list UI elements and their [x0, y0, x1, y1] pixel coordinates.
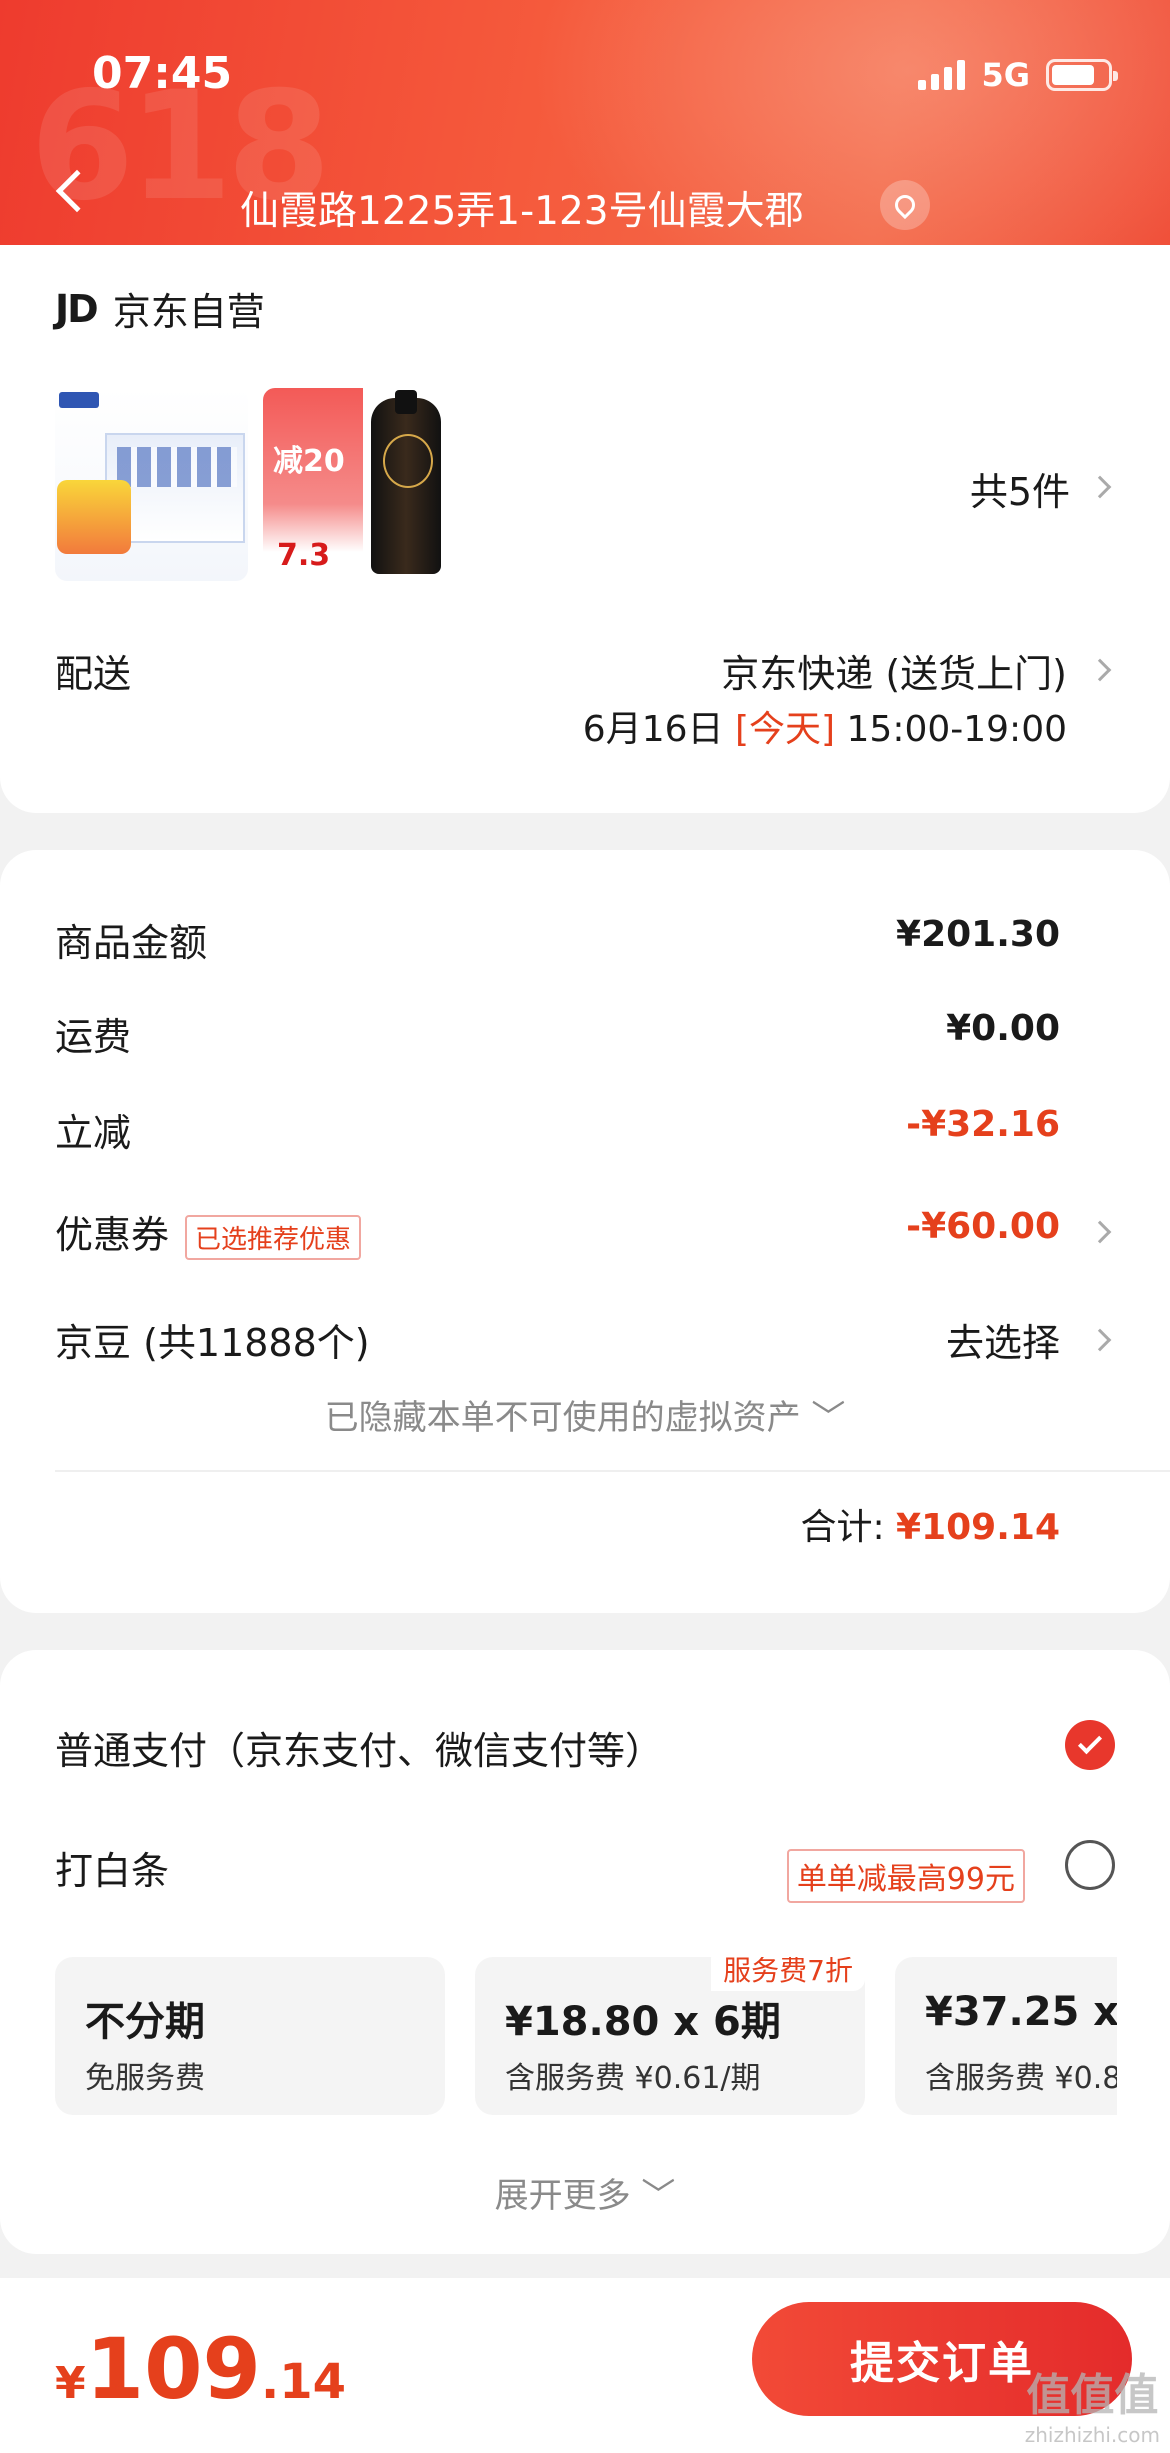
delivery-method[interactable]: 京东快递 (送货上门): [721, 643, 1067, 698]
total-label: 合计:: [800, 1507, 885, 1548]
plan-title: ¥37.25 x 3: [925, 1989, 1117, 2035]
unchecked-radio-icon[interactable]: [1065, 1840, 1115, 1890]
plan-subtitle: 免服务费: [85, 2061, 205, 2096]
status-time: 07:45: [92, 48, 233, 99]
status-icons: 5G: [918, 56, 1118, 94]
currency-symbol: ¥: [55, 2358, 86, 2409]
price-summary-card: 商品金额 ¥201.30 运费 ¥0.00 立减 -¥32.16 优惠券 已选推荐…: [0, 850, 1170, 1613]
installment-plans: 不分期 免服务费 服务费7折 ¥18.80 x 6期 含服务费 ¥0.61/期 …: [55, 1957, 1117, 2115]
instant-discount-value: -¥32.16: [906, 1104, 1060, 1145]
hidden-assets-toggle[interactable]: 已隐藏本单不可使用的虚拟资产 ﹀: [0, 1390, 1170, 1439]
coupon-row[interactable]: 优惠券 已选推荐优惠: [55, 1204, 362, 1260]
coupon-label: 优惠券: [55, 1213, 170, 1257]
coupon-value[interactable]: -¥60.00: [906, 1206, 1060, 1247]
brand-logo: [59, 392, 99, 408]
plan-subtitle: 含服务费 ¥0.61/期: [505, 2061, 761, 2096]
baitiao-option[interactable]: 打白条: [55, 1840, 169, 1895]
coupon-badge: 已选推荐优惠: [185, 1215, 362, 1260]
shop-header: JD 京东自营: [55, 281, 265, 336]
installment-plan[interactable]: 服务费7折 ¥18.80 x 6期 含服务费 ¥0.61/期: [475, 1957, 865, 2115]
total-value: ¥109.14: [896, 1507, 1060, 1548]
price-tag-image: [57, 480, 131, 554]
shipping-value: ¥0.00: [946, 1008, 1060, 1049]
bottom-bar: ¥109.14 提交订单 值值值 zhizhizhi.com: [0, 2278, 1170, 2453]
shipping-label: 运费: [55, 1015, 132, 1059]
shop-name: 京东自营: [112, 290, 265, 334]
plan-title: 不分期: [85, 1999, 205, 2045]
plan-subtitle: 含服务费 ¥0.87: [925, 2061, 1117, 2096]
normal-payment-option[interactable]: 普通支付（京东支付、微信支付等）: [55, 1720, 663, 1775]
checked-radio-icon[interactable]: [1065, 1720, 1115, 1770]
delivery-today-tag: [今天]: [734, 709, 836, 750]
price-decimal: .14: [260, 2354, 346, 2410]
delivery-window: 15:00-19:00: [846, 709, 1067, 750]
chevron-right-icon[interactable]: [1088, 658, 1112, 682]
jd-beans-select[interactable]: 去选择: [946, 1312, 1060, 1367]
plan-discount-badge: 服务费7折: [711, 1957, 865, 1991]
order-total: 合计: ¥109.14: [800, 1498, 1060, 1550]
bottom-price: ¥109.14: [55, 2320, 346, 2418]
site-watermark: 值值值 zhizhizhi.com: [1025, 2359, 1160, 2447]
header-bar: 618 07:45 5G 仙霞路1225弄1-123号仙霞大郡: [0, 0, 1170, 272]
chevron-right-icon[interactable]: [1088, 1328, 1112, 1352]
baitiao-promo-badge: 单单减最高99元: [786, 1849, 1025, 1903]
network-type: 5G: [981, 56, 1030, 94]
location-pin-icon[interactable]: [880, 180, 930, 230]
jd-beans-label: 京豆 (共11888个): [55, 1321, 370, 1365]
order-items-card: JD 京东自营 减20 7.3 共5件 配送 京东快递 (送货上门) 6月16日 …: [0, 245, 1170, 813]
product-thumbnail-soy-sauce[interactable]: 减20 7.3: [263, 388, 456, 581]
battery-icon: [1046, 59, 1118, 91]
chevron-right-icon[interactable]: [1088, 1220, 1112, 1244]
payment-card: 普通支付（京东支付、微信支付等） 打白条 单单减最高99元 不分期 免服务费 服…: [0, 1650, 1170, 2254]
jd-logo: JD: [55, 286, 99, 331]
price-integer: 109: [85, 2320, 261, 2418]
watermark-url: zhizhizhi.com: [1024, 2423, 1160, 2447]
delivery-address[interactable]: 仙霞路1225弄1-123号仙霞大郡: [240, 180, 804, 236]
installment-plan[interactable]: 不分期 免服务费: [55, 1957, 445, 2115]
signal-icon: [918, 60, 966, 90]
expand-more-toggle[interactable]: 展开更多 ﹀: [0, 2168, 1170, 2217]
product-thumbnail-milk[interactable]: [55, 388, 248, 581]
goods-amount-value: ¥201.30: [896, 914, 1060, 955]
item-count[interactable]: 共5件: [970, 461, 1070, 516]
bottle-image: [371, 390, 441, 574]
delivery-time[interactable]: 6月16日 [今天] 15:00-19:00: [583, 700, 1067, 752]
chevron-right-icon[interactable]: [1088, 475, 1112, 499]
delivery-date: 6月16日: [582, 709, 724, 750]
promo-banner-image: 减20 7.3: [263, 388, 363, 581]
instant-discount-label: 立减: [55, 1111, 132, 1155]
goods-amount-label: 商品金额: [55, 921, 208, 965]
delivery-label: 配送: [55, 652, 132, 696]
divider: [55, 1470, 1170, 1472]
watermark-text: 值值值: [1026, 2370, 1159, 2421]
installment-plan[interactable]: ¥37.25 x 3 含服务费 ¥0.87: [895, 1957, 1117, 2115]
plan-title: ¥18.80 x 6期: [505, 1999, 781, 2045]
